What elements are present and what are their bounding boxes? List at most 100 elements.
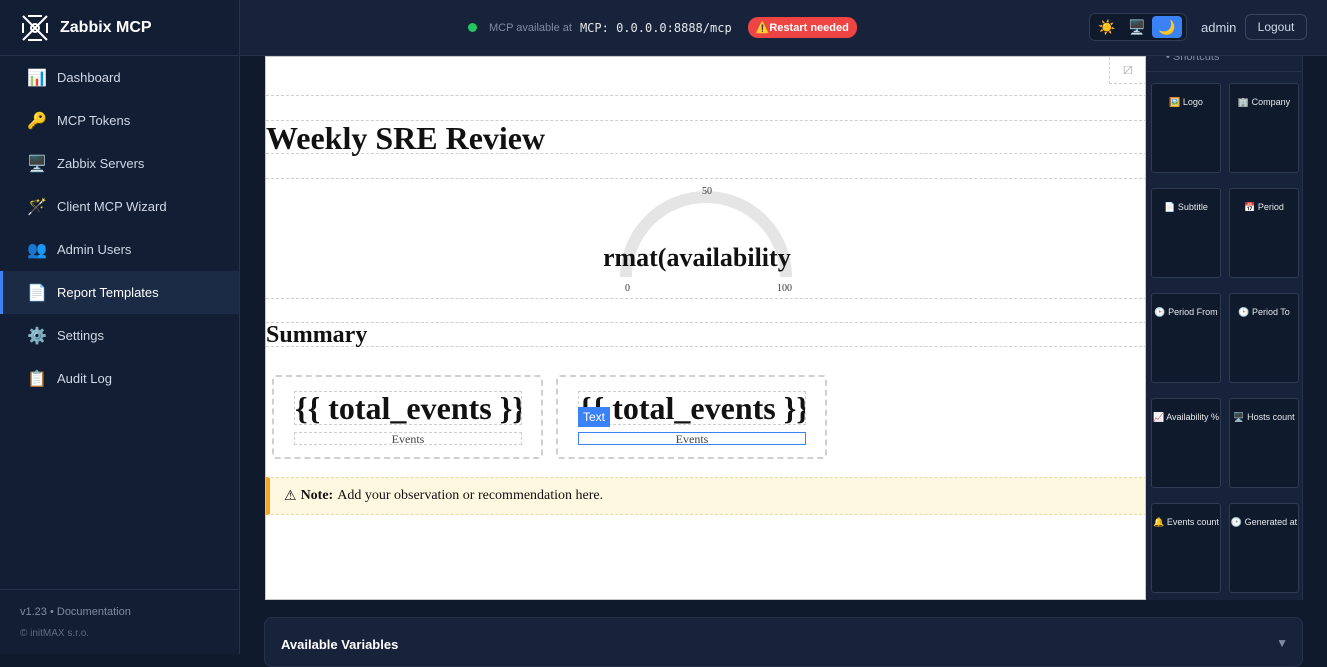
- sidebar-item-label: Audit Log: [57, 371, 112, 386]
- shortcut-icon: 🔔: [1153, 517, 1165, 527]
- available-variables-panel[interactable]: Available Variables ▼: [264, 617, 1303, 667]
- shortcut-icon: 📅: [1244, 202, 1256, 212]
- theme-switcher: ☀️ 🖥️ 🌙: [1089, 13, 1187, 41]
- shortcut-icon: 🖥️: [1233, 412, 1245, 422]
- sidebar-item-audit-log[interactable]: 📋 Audit Log: [0, 357, 239, 400]
- version-link[interactable]: v1.23 • Documentation: [20, 606, 219, 618]
- shortcut-label: Period To: [1251, 307, 1290, 317]
- sidebar-item-label: Settings: [57, 328, 104, 343]
- shortcut-label: Events count: [1166, 517, 1219, 527]
- topbar: MCP available at MCP: 0.0.0.0:8888/mcp ⚠…: [240, 0, 1327, 56]
- shortcut-icon: 📈: [1152, 412, 1165, 422]
- copyright: © initMAX s.r.o.: [20, 628, 90, 639]
- brand[interactable]: Zabbix MCP: [0, 0, 239, 56]
- shortcuts-header: • Shortcuts: [1146, 56, 1303, 72]
- sidebar-item-client-mcp-wizard[interactable]: 🪄 Client MCP Wizard: [0, 185, 239, 228]
- brand-name: Zabbix MCP: [60, 18, 152, 36]
- kpi-label[interactable]: Events: [294, 432, 522, 445]
- shortcut-period-from[interactable]: 🕒 Period From: [1151, 293, 1221, 383]
- shortcut-icon: 🕒: [1238, 307, 1250, 317]
- shortcut-period[interactable]: 📅 Period: [1229, 188, 1299, 278]
- shortcut-subtitle[interactable]: 📄 Subtitle: [1151, 188, 1221, 278]
- summary-heading: Summary: [266, 322, 368, 348]
- available-variables-title: Available Variables: [281, 637, 399, 652]
- username: admin: [1201, 20, 1237, 35]
- shortcut-icon: 🕒: [1154, 307, 1166, 317]
- shortcut-availability[interactable]: 📈 Availability %: [1151, 398, 1221, 488]
- sidebar-item-zabbix-servers[interactable]: 🖥️ Zabbix Servers: [0, 142, 239, 185]
- sidebar-nav: 📊 Dashboard 🔑 MCP Tokens 🖥️ Zabbix Servers 🪄 Cl…: [0, 56, 239, 400]
- logout-button[interactable]: Logout: [1245, 14, 1307, 40]
- gear-icon: ⚙️: [27, 327, 47, 345]
- key-icon: 🔑: [27, 112, 47, 130]
- mcp-url: MCP: 0.0.0.0:8888/mcp: [579, 20, 732, 35]
- report-title-block[interactable]: Weekly SRE Review: [266, 120, 1145, 156]
- shortcut-logo[interactable]: 🖼️ Logo: [1151, 83, 1221, 173]
- shortcut-label: Hosts count: [1247, 412, 1295, 422]
- users-icon: 👥: [27, 241, 47, 259]
- bar-chart-icon: 📊: [27, 69, 47, 87]
- shortcut-company[interactable]: 🏢 Company: [1229, 83, 1299, 173]
- shortcut-label: Period From: [1168, 307, 1218, 317]
- shortcuts-title: • Shortcuts: [1166, 56, 1220, 63]
- gauge-min-label: 0: [625, 283, 630, 294]
- chevron-down-icon[interactable]: ▼: [1276, 636, 1288, 650]
- gauge-block[interactable]: 50 0 100 format(availability: [266, 178, 1145, 299]
- kpi-value[interactable]: {{ total_events }}: [578, 391, 806, 425]
- shortcut-period-to[interactable]: 🕒 Period To: [1229, 293, 1299, 383]
- monitor-icon: 🖥️: [27, 155, 47, 173]
- logo-block[interactable]: ⧄: [266, 57, 1145, 96]
- restart-needed-badge[interactable]: ⚠️Restart needed: [747, 17, 857, 38]
- sun-icon[interactable]: ☀️: [1092, 16, 1122, 38]
- sidebar-item-mcp-tokens[interactable]: 🔑 MCP Tokens: [0, 99, 239, 142]
- gauge-value-text: format(availability: [604, 243, 808, 273]
- note-callout[interactable]: ⚠ Note: Add your observation or recommen…: [266, 477, 1145, 515]
- shortcut-icon: 🖼️: [1169, 97, 1181, 107]
- shortcut-label: Availability %: [1166, 412, 1220, 422]
- sidebar: Zabbix MCP 📊 Dashboard 🔑 MCP Tokens 🖥️ Zabbix…: [0, 0, 240, 654]
- kpi-card[interactable]: {{ total_events }} Events: [272, 375, 543, 459]
- shortcuts-panel: • Shortcuts 🖼️ Logo 🏢 Company 📄 Subtitle 📅 …: [1146, 56, 1303, 600]
- sidebar-item-label: Zabbix Servers: [57, 156, 145, 171]
- magic-wand-icon: 🪄: [27, 198, 47, 216]
- mcp-label: MCP available at: [489, 21, 572, 34]
- sidebar-footer: v1.23 • Documentation © initMAX s.r.o.: [0, 589, 239, 654]
- shortcut-label: Generated at: [1244, 517, 1298, 527]
- shortcut-hosts-count[interactable]: 🖥️ Hosts count: [1229, 398, 1299, 488]
- element-type-tag: Text: [578, 407, 611, 427]
- mcp-status: MCP available at MCP: 0.0.0.0:8888/mcp ⚠…: [468, 17, 857, 38]
- moon-icon[interactable]: 🌙: [1152, 16, 1182, 38]
- sidebar-item-admin-users[interactable]: 👥 Admin Users: [0, 228, 239, 271]
- sidebar-item-settings[interactable]: ⚙️ Settings: [0, 314, 239, 357]
- kpi-card[interactable]: {{ total_events }} Events Text: [556, 375, 827, 459]
- sidebar-item-label: Client MCP Wizard: [57, 199, 167, 214]
- shortcut-icon: 🕒: [1230, 517, 1243, 527]
- clipboard-icon: 📋: [27, 370, 47, 388]
- sidebar-item-report-templates[interactable]: 📄 Report Templates: [0, 271, 239, 314]
- gauge-max-label: 100: [777, 283, 792, 294]
- gauge-arc: [620, 191, 792, 278]
- sidebar-item-label: MCP Tokens: [57, 113, 131, 128]
- warning-icon: ⚠: [284, 488, 297, 504]
- sidebar-item-label: Dashboard: [57, 70, 121, 85]
- kpi-value[interactable]: {{ total_events }}: [294, 391, 522, 425]
- sidebar-item-dashboard[interactable]: 📊 Dashboard: [0, 56, 239, 99]
- shortcut-generated-at[interactable]: 🕒 Generated at: [1229, 503, 1299, 593]
- shortcut-label: Subtitle: [1177, 202, 1208, 212]
- shortcut-label: Company: [1251, 97, 1291, 107]
- kpi-label-selected[interactable]: Events: [578, 432, 806, 445]
- zabbix-logo-icon: [22, 14, 48, 41]
- status-dot-icon: [468, 23, 477, 32]
- broken-image-icon: ⧄: [1109, 57, 1145, 84]
- document-icon: 📄: [27, 284, 47, 302]
- shortcut-icon: 📄: [1164, 202, 1176, 212]
- note-label: Note:: [300, 488, 334, 503]
- shortcut-events-count[interactable]: 🔔 Events count: [1151, 503, 1221, 593]
- summary-heading-block[interactable]: Summary: [266, 322, 1145, 348]
- note-text: Add your observation or recommendation h…: [337, 488, 604, 503]
- report-canvas: ⧄ Weekly SRE Review 50 0 100 format(avai…: [265, 56, 1146, 600]
- report-title: Weekly SRE Review: [266, 120, 546, 156]
- gauge-mid-label: 50: [702, 186, 712, 197]
- sidebar-item-label: Report Templates: [57, 285, 159, 300]
- monitor-icon[interactable]: 🖥️: [1122, 16, 1152, 38]
